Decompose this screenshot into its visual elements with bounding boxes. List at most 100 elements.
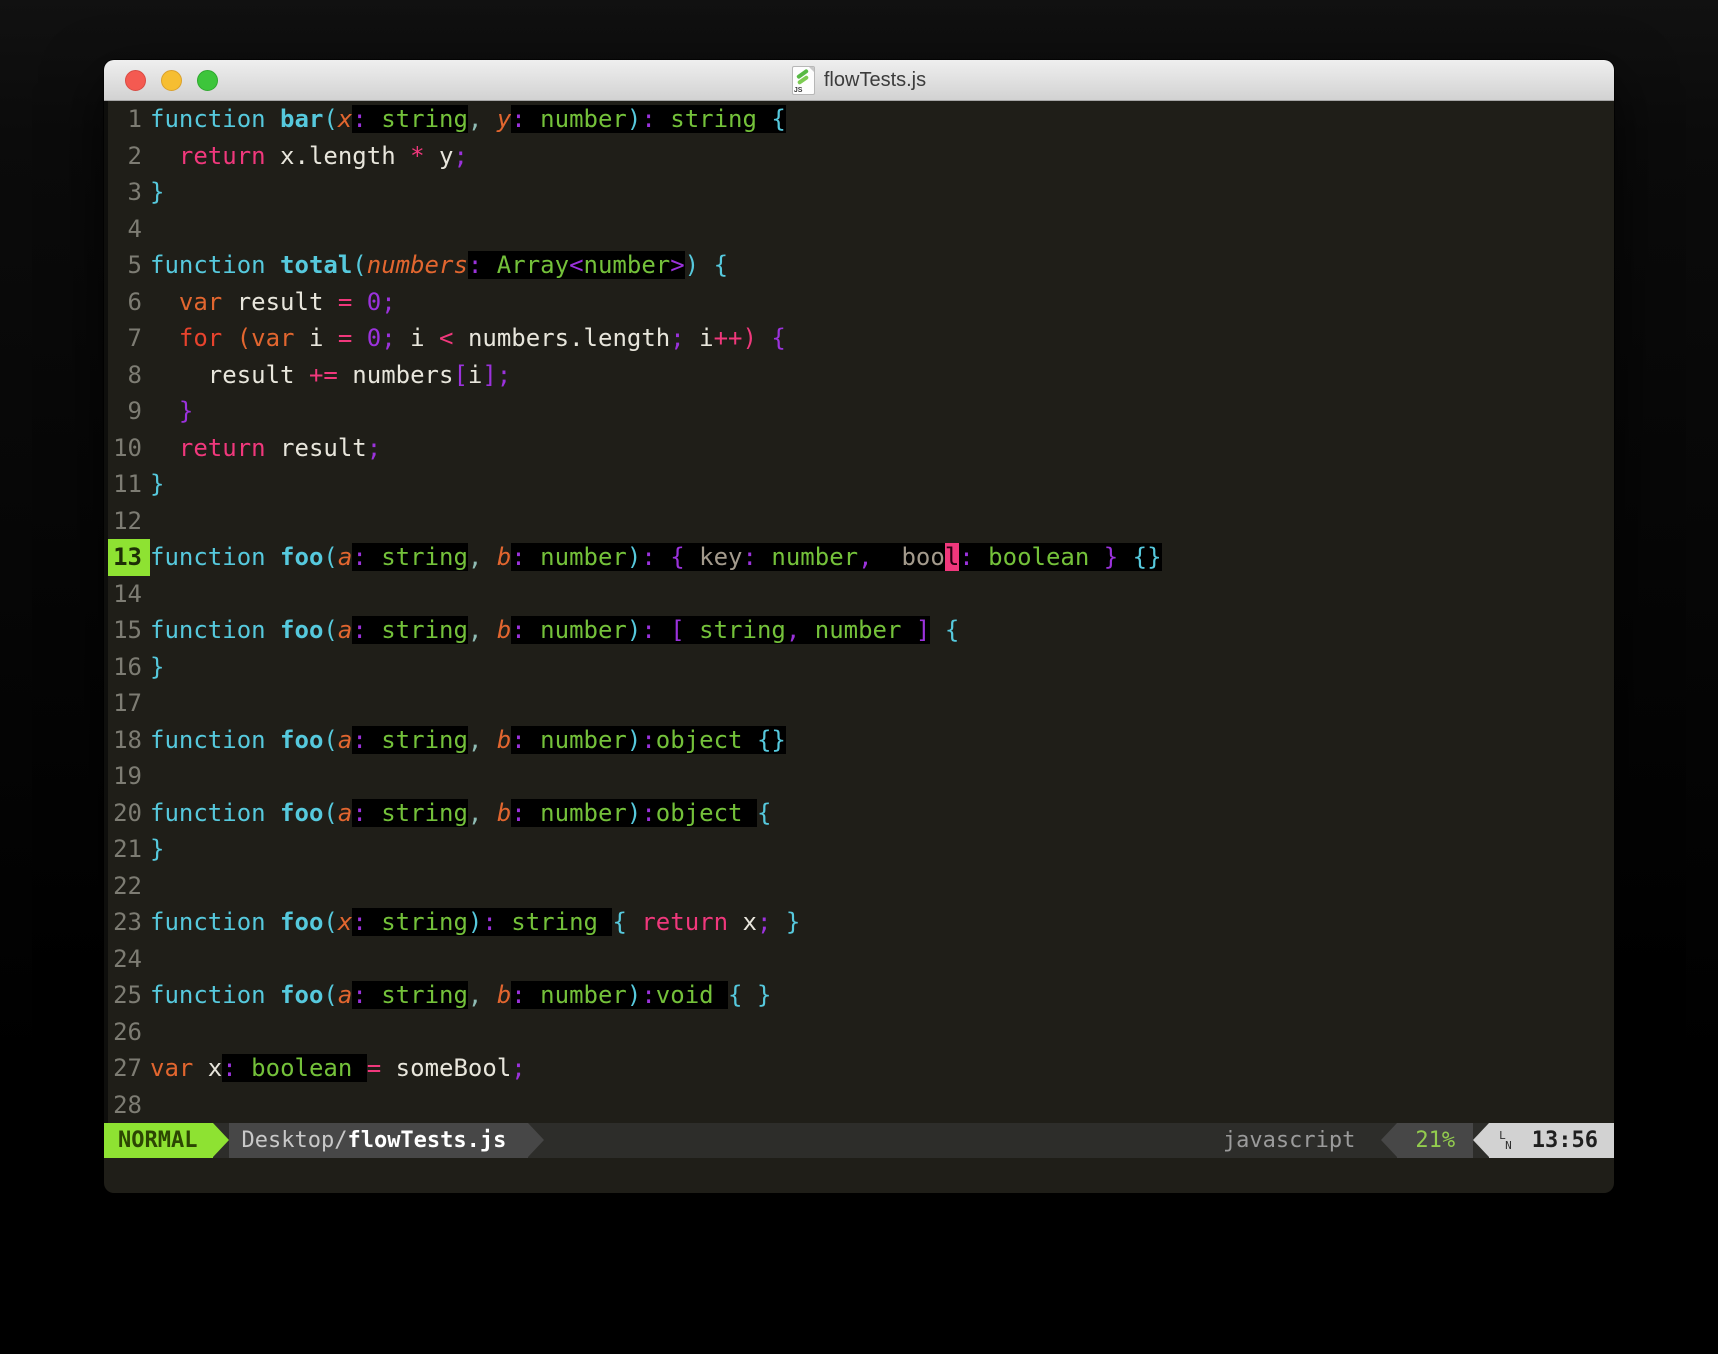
powerline-separator-icon <box>1473 1123 1490 1157</box>
code-line-text: } <box>150 393 193 430</box>
js-file-icon: JS <box>791 65 815 95</box>
code-line[interactable]: 5 function total(numbers: Array<number>) … <box>104 247 1614 284</box>
code-line-text: result += numbers[i]; <box>150 357 511 394</box>
code-token: : <box>641 981 656 1009</box>
code-editor-area[interactable]: 1 function bar(x: string, y: number): str… <box>104 101 1614 1123</box>
code-line[interactable]: 24 <box>104 941 1614 978</box>
line-number: 27 <box>113 1054 142 1082</box>
code-line[interactable]: 19 <box>104 758 1614 795</box>
code-token: boo <box>872 543 945 571</box>
code-line-text: function foo(x: string): string { return… <box>150 904 800 941</box>
line-number: 3 <box>127 178 142 206</box>
minimize-button[interactable] <box>161 69 182 91</box>
code-token: result <box>150 360 295 389</box>
code-token: string <box>655 105 757 133</box>
code-token: , <box>467 798 483 827</box>
code-line[interactable]: 15 function foo(a: string, b: number): [ … <box>104 612 1614 649</box>
code-line[interactable]: 10 return result; <box>104 430 1614 467</box>
code-token: foo <box>280 798 324 827</box>
code-token <box>352 1054 367 1082</box>
code-line[interactable]: 9 } <box>104 393 1614 430</box>
line-number: 23 <box>113 908 142 936</box>
code-token: return <box>150 433 266 462</box>
code-token: key <box>684 543 743 571</box>
code-line[interactable]: 8 result += numbers[i]; <box>104 357 1614 394</box>
code-token: b <box>496 981 512 1009</box>
code-token: foo <box>280 981 324 1009</box>
code-line[interactable]: 2 return x.length * y; <box>104 138 1614 175</box>
code-token: : <box>511 616 526 644</box>
code-token: [ <box>655 616 685 644</box>
code-token: { <box>756 798 772 827</box>
status-bar-filler <box>544 1123 1197 1158</box>
code-line[interactable]: 14 <box>104 576 1614 613</box>
code-token: number <box>525 105 627 133</box>
vim-command-line[interactable] <box>104 1158 1614 1193</box>
line-number: 17 <box>113 689 142 717</box>
code-line[interactable]: 25 function foo(a: string, b: number):voi… <box>104 977 1614 1014</box>
code-token: i <box>467 360 483 389</box>
code-line[interactable]: 13 function foo(a: string, b: number): { … <box>104 539 1614 576</box>
code-token: var <box>251 324 295 352</box>
line-number: 6 <box>127 287 142 316</box>
code-token: var <box>150 1054 194 1082</box>
scroll-percentage: 21% <box>1397 1123 1474 1158</box>
code-token: : <box>641 798 656 827</box>
code-line[interactable]: 3} <box>104 174 1614 211</box>
code-token: return <box>626 908 729 936</box>
editor-left-edge <box>104 101 108 1123</box>
code-line[interactable]: 27 var x: boolean = someBool; <box>104 1050 1614 1087</box>
code-token <box>742 798 757 827</box>
close-button[interactable] <box>125 69 146 91</box>
code-token: ) <box>467 908 483 936</box>
code-line[interactable]: 18 function foo(a: string, b: number):obj… <box>104 722 1614 759</box>
code-line-text: var x: boolean = someBool; <box>150 1050 526 1087</box>
title-bar[interactable]: JS flowTests.js <box>104 60 1614 101</box>
macvim-window: JS flowTests.js 1 function bar(x: string,… <box>104 60 1614 1193</box>
code-token: someBool <box>381 1054 512 1082</box>
code-token: x <box>337 105 353 133</box>
code-line[interactable]: 12 <box>104 503 1614 540</box>
code-token: { <box>756 324 786 352</box>
code-token: ) <box>626 543 642 571</box>
powerline-separator-icon <box>213 1123 230 1157</box>
code-line[interactable]: 11} <box>104 466 1614 503</box>
line-number: 1 <box>127 105 142 133</box>
code-token: , <box>467 616 483 644</box>
code-line[interactable]: 28 <box>104 1087 1614 1124</box>
code-line[interactable]: 4 <box>104 211 1614 248</box>
code-token: number <box>525 798 627 827</box>
code-line[interactable]: 6 var result = 0; <box>104 284 1614 321</box>
code-token: : <box>482 908 497 936</box>
code-line-text: } <box>150 174 164 211</box>
line-number: 15 <box>113 616 142 644</box>
code-token: : <box>959 543 974 571</box>
code-line[interactable]: 17 <box>104 685 1614 722</box>
code-token: , <box>858 543 873 571</box>
mode-indicator: NORMAL <box>104 1123 214 1158</box>
zoom-button[interactable] <box>197 69 218 91</box>
code-line[interactable]: 20 function foo(a: string, b: number):obj… <box>104 795 1614 832</box>
line-number: 21 <box>113 835 142 863</box>
code-token: y <box>496 105 512 133</box>
code-line[interactable]: 1 function bar(x: string, y: number): str… <box>104 101 1614 138</box>
code-line[interactable]: 22 <box>104 868 1614 905</box>
code-token: } <box>150 397 194 425</box>
code-token: b <box>496 725 512 754</box>
code-token: : <box>511 105 526 133</box>
code-line[interactable]: 7 for (var i = 0; i < numbers.length; i+… <box>104 320 1614 357</box>
code-line[interactable]: 23 function foo(x: string): string { retu… <box>104 904 1614 941</box>
code-line[interactable]: 21} <box>104 831 1614 868</box>
code-line-text: function foo(a: string, b: number): { ke… <box>150 539 1162 576</box>
line-number: 2 <box>127 141 142 170</box>
code-line[interactable]: 26 <box>104 1014 1614 1051</box>
code-token <box>713 981 729 1009</box>
code-token: ( <box>222 324 252 352</box>
code-token: numbers <box>337 360 454 389</box>
code-line[interactable]: 16} <box>104 649 1614 686</box>
code-line-text: function foo(a: string, b: number):void … <box>150 977 771 1014</box>
